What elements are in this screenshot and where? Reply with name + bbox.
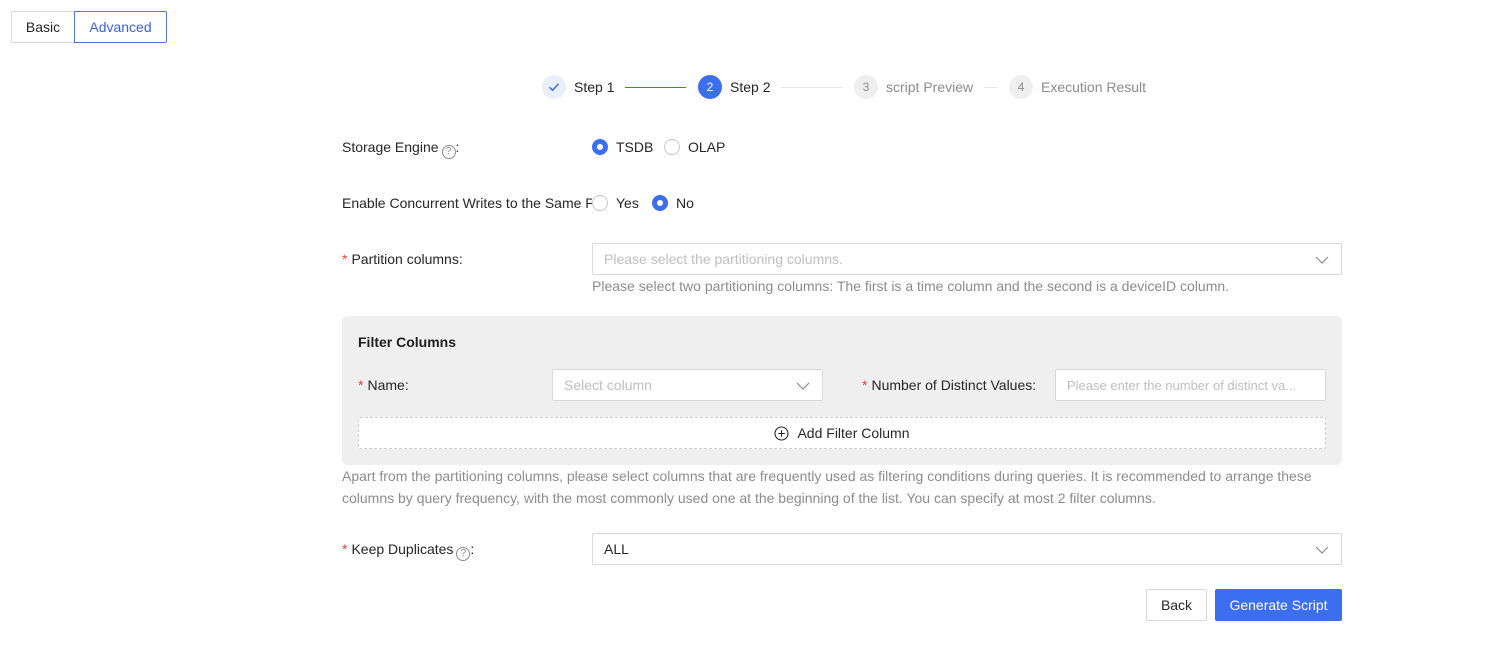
filter-columns-panel: Filter Columns * Name: Select column * Num… — [342, 316, 1342, 465]
chevron-down-icon — [1315, 256, 1329, 264]
step-2-label: Step 2 — [730, 79, 771, 95]
add-filter-column-label: Add Filter Column — [797, 425, 910, 441]
storage-engine-label: Storage Engine?: — [342, 139, 459, 159]
step-connector-3 — [984, 87, 997, 88]
filter-name-label-text: Name — [367, 377, 405, 393]
step-4: 4 Execution Result — [1009, 75, 1146, 99]
distinct-values-input[interactable]: Please enter the number of distinct va..… — [1055, 369, 1326, 401]
tab-advanced[interactable]: Advanced — [74, 11, 167, 43]
step-1: Step 1 — [542, 75, 614, 99]
required-mark: * — [342, 541, 348, 557]
filter-columns-hint-line-1: Apart from the partitioning columns, ple… — [342, 468, 1312, 484]
generate-script-button[interactable]: Generate Script — [1215, 589, 1342, 621]
radio-olap-circle[interactable] — [664, 139, 680, 155]
back-button[interactable]: Back — [1146, 589, 1207, 621]
radio-tsdb[interactable]: TSDB — [592, 139, 653, 155]
keep-duplicates-label: * Keep Duplicates?: — [342, 541, 474, 561]
radio-tsdb-circle[interactable] — [592, 139, 608, 155]
add-filter-column-button[interactable]: Add Filter Column — [358, 417, 1326, 449]
distinct-values-placeholder: Please enter the number of distinct va..… — [1067, 377, 1297, 393]
tab-basic[interactable]: Basic — [11, 11, 75, 43]
label-colon: : — [458, 251, 463, 267]
radio-olap-label: OLAP — [688, 139, 726, 155]
partition-columns-hint: Please select two partitioning columns: … — [592, 278, 1230, 294]
required-mark: * — [342, 251, 348, 267]
step-4-number: 4 — [1009, 75, 1033, 99]
partition-columns-label: * Partition columns: — [342, 251, 463, 267]
storage-engine-label-text: Storage Engine — [342, 139, 439, 155]
question-icon[interactable]: ? — [441, 145, 456, 159]
radio-yes[interactable]: Yes — [592, 195, 639, 211]
radio-no-circle[interactable] — [652, 195, 668, 211]
chevron-down-icon — [1315, 546, 1329, 554]
label-colon: : — [455, 139, 460, 155]
keep-duplicates-value: ALL — [604, 541, 629, 557]
concurrent-writes-label: Enable Concurrent Writes to the Same Pa — [342, 195, 592, 211]
filter-columns-hint: Apart from the partitioning columns, ple… — [342, 465, 1342, 509]
label-colon: : — [1032, 377, 1037, 393]
label-colon: : — [404, 377, 409, 393]
radio-yes-label: Yes — [616, 195, 639, 211]
radio-tsdb-label: TSDB — [616, 139, 654, 155]
radio-yes-circle[interactable] — [592, 195, 608, 211]
label-colon: : — [470, 541, 475, 557]
step-connector-1 — [625, 87, 686, 88]
filter-name-placeholder: Select column — [564, 377, 652, 393]
keep-duplicates-select[interactable]: ALL — [592, 533, 1342, 565]
partition-columns-select[interactable]: Please select the partitioning columns. — [592, 243, 1342, 275]
step-connector-2 — [781, 87, 842, 88]
distinct-values-label: * Number of Distinct Values: — [862, 377, 1036, 393]
filter-columns-title: Filter Columns — [358, 334, 457, 350]
partition-columns-label-text: Partition columns — [351, 251, 459, 267]
filter-name-label: * Name: — [358, 377, 409, 393]
filter-columns-hint-line-2: columns by query frequency, with the mos… — [342, 490, 1156, 506]
partition-columns-placeholder: Please select the partitioning columns. — [604, 251, 843, 267]
step-3: 3 script Preview — [854, 75, 973, 99]
step-2: 2 Step 2 — [698, 75, 770, 99]
required-mark: * — [862, 377, 868, 393]
chevron-down-icon — [796, 382, 810, 390]
step-3-number: 3 — [854, 75, 878, 99]
mode-tabs: Basic Advanced — [11, 11, 167, 43]
required-mark: * — [358, 377, 364, 393]
check-icon — [542, 75, 566, 99]
keep-duplicates-label-text: Keep Duplicates — [351, 541, 454, 557]
radio-no-label: No — [676, 195, 694, 211]
radio-no[interactable]: No — [652, 195, 694, 211]
step-3-label: script Preview — [886, 79, 974, 95]
distinct-values-label-text: Number of Distinct Values — [871, 377, 1033, 393]
radio-olap[interactable]: OLAP — [664, 139, 725, 155]
step-4-label: Execution Result — [1041, 79, 1147, 95]
plus-circle-icon — [774, 425, 790, 441]
step-2-number: 2 — [698, 75, 722, 99]
step-1-label: Step 1 — [574, 79, 615, 95]
filter-name-select[interactable]: Select column — [552, 369, 823, 401]
question-icon[interactable]: ? — [456, 547, 471, 561]
